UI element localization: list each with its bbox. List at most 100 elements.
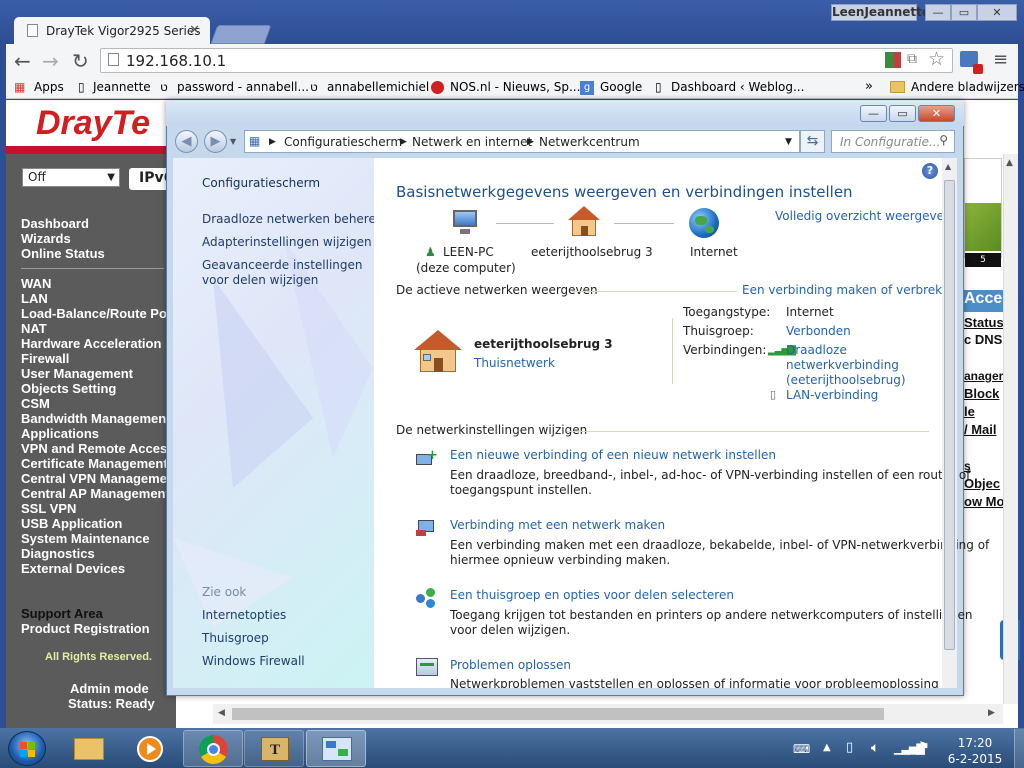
forward-icon[interactable]: ▶ — [204, 130, 227, 153]
taskbar-media-player[interactable] — [120, 730, 180, 767]
dt-menu-bandwidth[interactable]: Bandwidth Management — [21, 411, 171, 426]
sidebar-internet-options[interactable]: Internetopties — [202, 608, 286, 623]
bookmark-nos[interactable]: NOS.nl - Nieuws, Sp... — [450, 80, 580, 94]
back-icon[interactable]: ← — [14, 49, 31, 73]
chevron-down-icon[interactable]: ▼ — [785, 137, 792, 147]
dt-menu-external-devices[interactable]: External Devices — [21, 561, 125, 576]
quick-link[interactable]: Status — [964, 315, 1004, 330]
network-type-link[interactable]: Thuisnetwerk — [474, 356, 555, 371]
quick-link[interactable]: ow Mo — [964, 494, 1004, 509]
search-icon[interactable]: ⚲ — [939, 133, 948, 147]
dt-menu-certificate[interactable]: Certificate Management — [21, 456, 168, 471]
dt-menu-usb[interactable]: USB Application — [21, 516, 122, 531]
dt-menu-lan[interactable]: LAN — [21, 291, 48, 306]
connect-disconnect-link[interactable]: Een verbinding maken of verbreken — [742, 283, 957, 298]
help-icon[interactable]: ? — [922, 163, 938, 179]
close-icon[interactable]: ✕ — [918, 105, 955, 122]
sidebar-control-panel-home[interactable]: Configuratiescherm — [202, 176, 320, 191]
taskbar-chrome[interactable] — [183, 730, 243, 767]
dt-menu-csm[interactable]: CSM — [21, 396, 50, 411]
bookmark-google[interactable]: Google — [600, 80, 642, 94]
dt-menu-objects[interactable]: Objects Setting — [21, 381, 116, 396]
breadcrumb-control-panel[interactable]: Configuratiescherm — [284, 135, 402, 149]
dt-menu-central-ap[interactable]: Central AP Management — [21, 486, 170, 501]
page-vscrollbar[interactable] — [1003, 154, 1018, 704]
history-dropdown-icon[interactable]: ▼ — [230, 137, 236, 146]
ipv6-badge[interactable]: IPv6 — [129, 168, 173, 190]
breadcrumb-network-internet[interactable]: Netwerk en internet — [412, 135, 532, 149]
dt-menu-nat[interactable]: NAT — [21, 321, 47, 336]
dt-menu-central-vpn[interactable]: Central VPN Management — [21, 471, 179, 486]
back-icon[interactable]: ◀ — [175, 130, 198, 153]
dt-menu-wan[interactable]: WAN — [21, 276, 51, 291]
volume-icon[interactable]: 🔈︎ — [871, 740, 879, 756]
reload-icon[interactable]: ↻ — [72, 49, 89, 73]
sidebar-homegroup[interactable]: Thuisgroep — [202, 631, 269, 646]
task-troubleshoot[interactable]: Problemen oplossen — [450, 658, 571, 673]
scroll-up-icon[interactable]: ▲ — [1006, 158, 1013, 168]
taskbar-teamviewer[interactable]: T — [244, 730, 304, 767]
scroll-up-icon[interactable]: ▲ — [945, 162, 951, 171]
maximize-icon[interactable]: ▭ — [889, 105, 916, 122]
dt-menu-registration[interactable]: Product Registration — [21, 621, 150, 636]
close-tab-icon[interactable]: ✕ — [189, 23, 200, 38]
profile-button[interactable]: LeenJeannette — [831, 4, 930, 21]
dt-menu-user-mgmt[interactable]: User Management — [21, 366, 133, 381]
bookmark-jeannette[interactable]: Jeannette — [93, 80, 151, 94]
dt-menu-ssl-vpn[interactable]: SSL VPN — [21, 501, 76, 516]
keyboard-icon[interactable]: ⌨ — [793, 742, 810, 756]
sidebar-adapter-settings[interactable]: Adapterinstellingen wijzigen — [202, 235, 372, 250]
breadcrumb-network-center[interactable]: Netwerkcentrum — [539, 135, 640, 149]
lan-connection-link[interactable]: LAN-verbinding — [786, 388, 878, 403]
explorer-address-bar[interactable]: ▦ ▶ Configuratiescherm ▶ Netwerk en inte… — [244, 130, 800, 153]
dt-menu-diagnostics[interactable]: Diagnostics — [21, 546, 95, 561]
bookmark-other[interactable]: Andere bladwijzers — [911, 80, 1024, 94]
close-icon[interactable]: ✕ — [977, 4, 1017, 21]
dt-menu-support[interactable]: Support Area — [21, 606, 103, 621]
dt-menu-system-maintenance[interactable]: System Maintenance — [21, 531, 150, 546]
dt-menu-load-balance[interactable]: Load-Balance/Route Policy — [21, 306, 189, 321]
homegroup-link[interactable]: Verbonden — [786, 324, 851, 339]
dt-menu-hw-accel[interactable]: Hardware Acceleration — [21, 336, 161, 351]
quick-link[interactable]: Block — [964, 386, 999, 401]
breadcrumb-arrow-icon[interactable]: ▶ — [400, 137, 407, 147]
sidebar-manage-wireless[interactable]: Draadloze netwerken beheren — [202, 212, 383, 227]
dt-menu-online-status[interactable]: Online Status — [21, 246, 105, 261]
sidebar-sharing-settings[interactable]: Geavanceerde instellingen voor delen wij… — [202, 258, 372, 288]
show-hidden-icons[interactable]: ▲ — [823, 742, 831, 753]
bookmark-star-icon[interactable]: ☆ — [928, 48, 945, 70]
quick-link[interactable]: / Mail — [964, 422, 997, 437]
bookmark-apps[interactable]: Apps — [34, 80, 64, 94]
scroll-right-icon[interactable]: ▶ — [988, 708, 995, 718]
full-overview-link[interactable]: Volledig overzicht weergeven — [775, 209, 952, 224]
minimize-icon[interactable]: — — [860, 105, 887, 122]
translate-icon[interactable]: ⧉ — [907, 51, 917, 67]
new-tab-button[interactable] — [210, 25, 272, 44]
dt-menu-vpn[interactable]: VPN and Remote Access — [21, 441, 174, 456]
browser-tab[interactable]: DrayTek Vigor2925 Series ✕ — [14, 17, 210, 44]
address-bar[interactable] — [100, 48, 953, 73]
dt-menu-wizards[interactable]: Wizards — [21, 231, 71, 246]
dt-menu-dashboard[interactable]: Dashboard — [21, 216, 89, 231]
wifi-connection-link[interactable]: Draadloze netwerkverbinding (eeterijthools… — [786, 343, 906, 388]
action-center-icon[interactable]: ⚑ — [918, 740, 930, 755]
task-new-connection[interactable]: Een nieuwe verbinding of een nieuw netwe… — [450, 448, 776, 463]
start-button[interactable] — [8, 731, 46, 766]
breadcrumb-arrow-icon[interactable]: ▶ — [269, 137, 276, 147]
forward-icon[interactable]: → — [42, 49, 59, 73]
menu-icon[interactable]: ≡ — [993, 49, 1008, 70]
search-input[interactable]: In Configuratie... ⚲ — [831, 130, 955, 153]
maximize-icon[interactable]: ▭ — [951, 4, 977, 21]
scroll-left-icon[interactable]: ◀ — [218, 708, 225, 718]
more-bookmarks-button[interactable]: » — [865, 79, 873, 94]
page-hscroll-thumb[interactable] — [232, 708, 884, 720]
dt-menu-firewall[interactable]: Firewall — [21, 351, 69, 366]
show-desktop-button[interactable] — [1014, 729, 1024, 768]
tray-icon[interactable]: ▯ — [846, 740, 853, 755]
bookmark-password[interactable]: password - annabell... — [177, 80, 309, 94]
quick-link[interactable]: le — [964, 404, 975, 419]
task-homegroup[interactable]: Een thuisgroep en opties voor delen sele… — [450, 588, 734, 603]
breadcrumb-arrow-icon[interactable]: ▶ — [527, 137, 534, 147]
dt-menu-applications[interactable]: Applications — [21, 426, 99, 441]
explorer-titlebar[interactable] — [166, 100, 964, 126]
